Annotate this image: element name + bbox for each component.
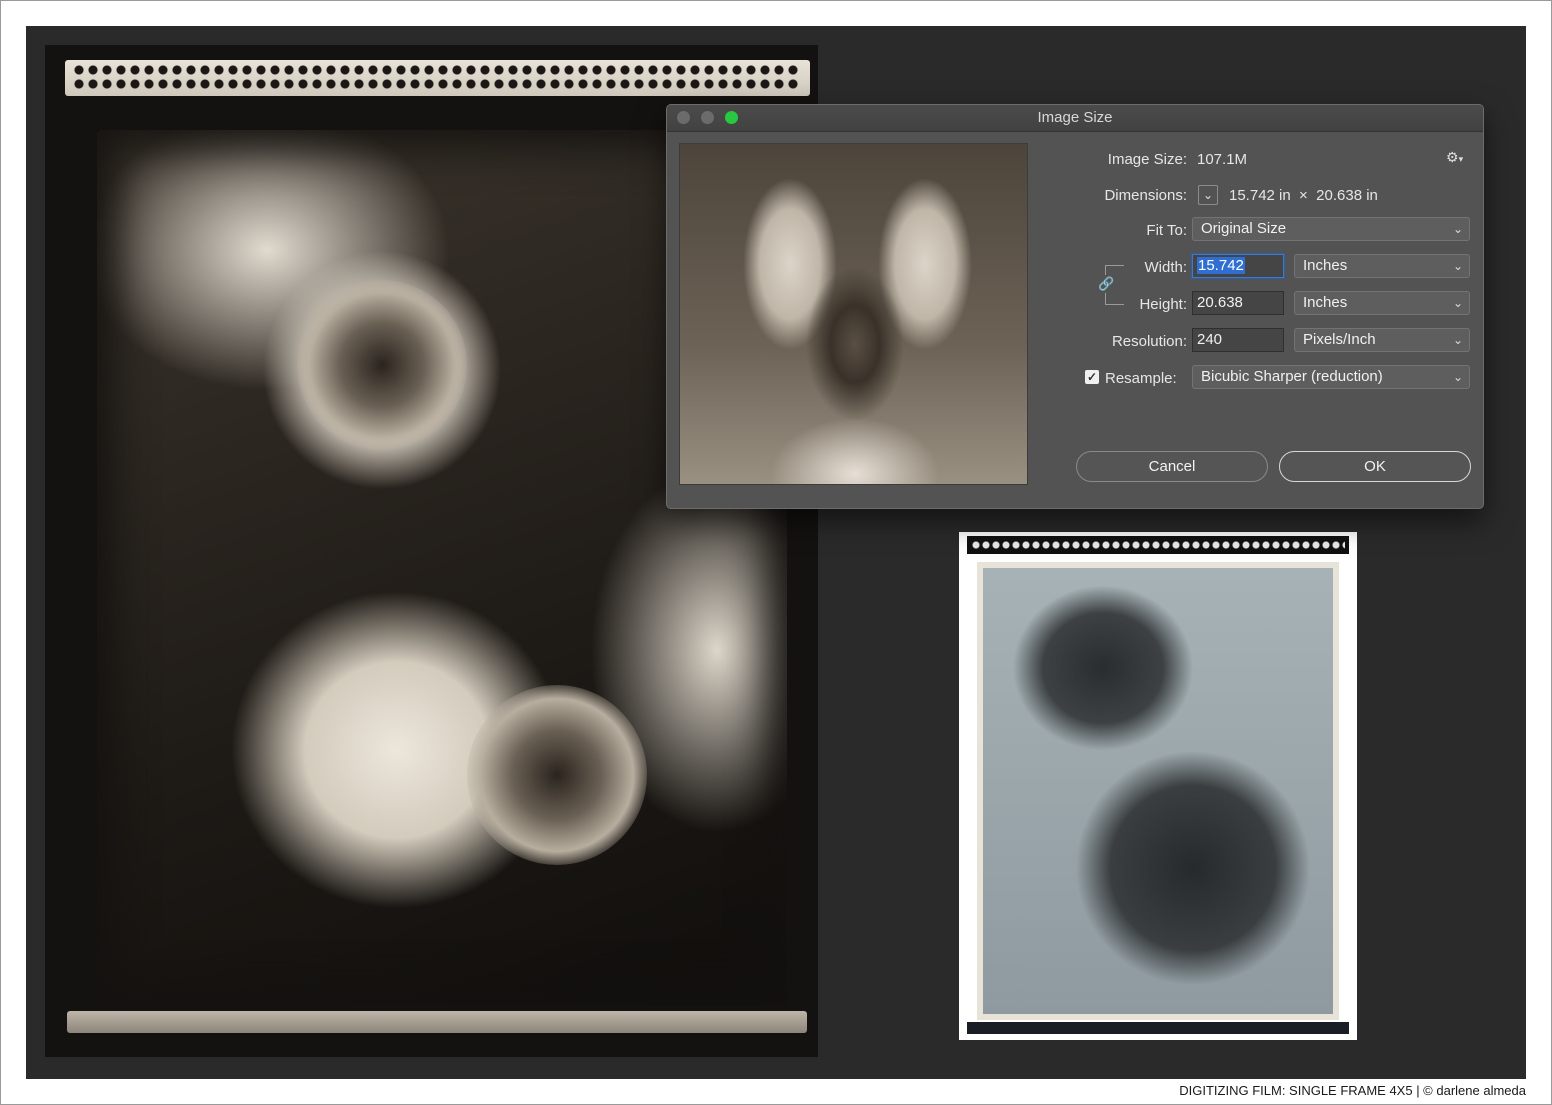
height-input[interactable]: 20.638 [1192,291,1284,315]
ok-button[interactable]: OK [1279,451,1471,482]
chevron-down-icon: ⌄ [1452,370,1463,384]
width-unit-value: Inches [1303,257,1348,274]
gear-icon[interactable]: ⚙▾ [1446,149,1463,166]
fit-to-label: Fit To: [1146,222,1187,239]
chevron-down-icon: ⌄ [1202,188,1214,202]
image-size-dialog: Image Size Image Size: 107.1M ⚙▾ Dimensi… [666,104,1484,509]
resample-checkbox[interactable]: ✓ [1085,370,1099,384]
image-caption: DIGITIZING FILM: SINGLE FRAME 4X5 | © da… [1179,1083,1526,1098]
chevron-down-icon: ⌄ [1452,222,1463,236]
link-chain-icon[interactable]: 🔗 [1098,275,1114,293]
dialog-titlebar[interactable]: Image Size [667,105,1483,132]
image-preview[interactable] [679,143,1028,485]
orchid-center-upper [297,280,467,450]
chevron-down-icon: ⌄ [1452,333,1463,347]
checkmark-icon: ✓ [1086,370,1098,384]
fit-to-value: Original Size [1201,220,1287,237]
resolution-input[interactable]: 240 [1192,328,1284,352]
dimensions-units-dropdown[interactable]: ⌄ [1198,185,1218,205]
image-size-value: 107.1M [1197,151,1248,168]
negative-film-edge-bottom [967,1022,1349,1034]
resample-value: Bicubic Sharper (reduction) [1201,368,1383,385]
fit-to-select[interactable]: Original Size ⌄ [1192,217,1470,241]
dialog-title: Image Size [1037,109,1113,126]
height-value: 20.638 [1197,294,1243,311]
height-unit-value: Inches [1303,294,1348,311]
resample-label: Resample: [1105,370,1177,387]
chevron-down-icon: ⌄ [1452,296,1463,310]
width-unit-select[interactable]: Inches ⌄ [1294,254,1470,278]
resolution-value: 240 [1197,331,1223,348]
image-size-label: Image Size: [1107,151,1187,168]
film-edge-bottom [67,1011,807,1033]
resolution-unit-value: Pixels/Inch [1303,331,1376,348]
width-value: 15.742 [1197,257,1245,274]
negative-orchid-photo [977,562,1339,1020]
resolution-unit-select[interactable]: Pixels/Inch ⌄ [1294,328,1470,352]
cancel-button[interactable]: Cancel [1076,451,1268,482]
film-negative-image [959,532,1357,1040]
film-edge-top [65,60,810,96]
resample-select[interactable]: Bicubic Sharper (reduction) ⌄ [1192,365,1470,389]
height-label: Height: [1139,296,1187,313]
height-unit-select[interactable]: Inches ⌄ [1294,291,1470,315]
resolution-label: Resolution: [1111,333,1187,350]
orchid-center-lower [467,685,647,865]
negative-film-edge [967,536,1349,554]
dimensions-value: 15.742 in × 20.638 in [1229,187,1378,204]
width-input[interactable]: 15.742 [1192,254,1284,278]
chevron-down-icon: ⌄ [1452,259,1463,273]
width-label: Width: [1144,259,1187,276]
dimensions-label: Dimensions: [1104,187,1187,204]
